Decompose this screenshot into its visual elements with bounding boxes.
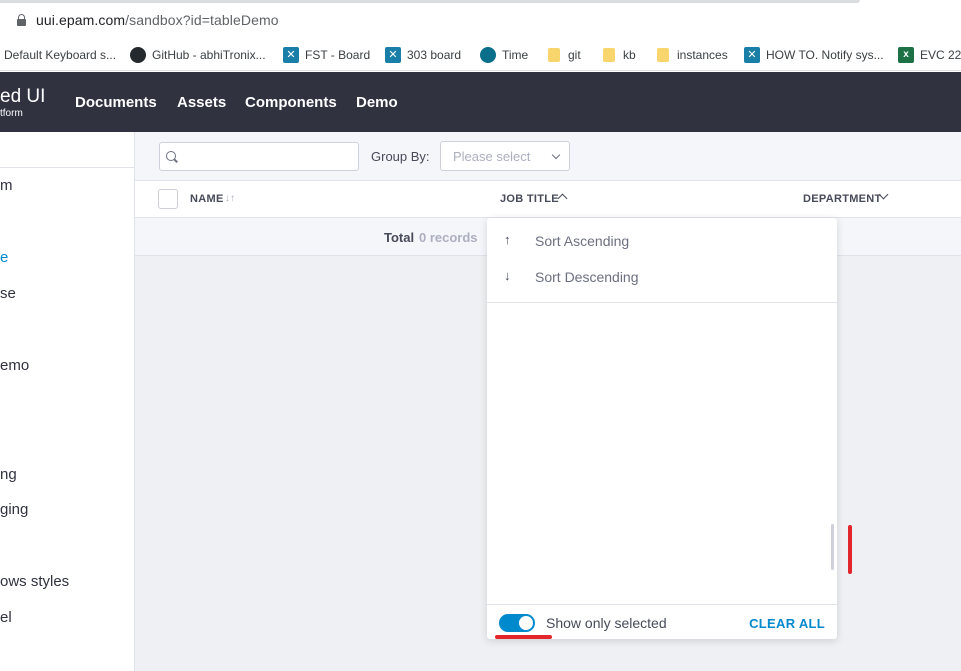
sidebar-item[interactable]: ows styles — [0, 573, 69, 590]
select-all-checkbox[interactable] — [158, 189, 178, 209]
bookmark-github[interactable]: GitHub - abhiTronix... — [130, 45, 266, 65]
column-header-job-title[interactable]: JOB TITLE — [500, 193, 559, 205]
logo-subtitle: tform — [0, 108, 23, 119]
jira-icon: ✕ — [385, 47, 401, 63]
toggle-knob — [519, 616, 533, 630]
bookmark-git[interactable]: git — [546, 45, 581, 65]
nav-components[interactable]: Components — [245, 94, 337, 111]
bookmark-instances[interactable]: instances — [655, 45, 728, 65]
total-label: Total — [384, 230, 415, 245]
sidebar-item[interactable]: m — [0, 177, 13, 194]
bookmark-default-keyboard[interactable]: Default Keyboard s... — [4, 45, 116, 65]
search-icon — [166, 151, 176, 161]
page: uui.epam.com/sandbox?id=tableDemo Defaul… — [0, 0, 961, 671]
group-by-picker[interactable]: Please select — [440, 141, 570, 171]
annotation-mark-underline — [495, 635, 552, 639]
bookmark-303-board[interactable]: ✕ 303 board — [385, 45, 461, 65]
nav-demo[interactable]: Demo — [356, 94, 398, 111]
column-dropdown: ↑ Sort Ascending ↓ Sort Descending Show … — [487, 218, 837, 639]
search-input[interactable] — [159, 142, 359, 171]
show-only-selected-label[interactable]: Show only selected — [546, 615, 667, 631]
column-header-department[interactable]: DEPARTMENT — [803, 193, 882, 205]
github-icon — [130, 47, 146, 63]
show-only-selected-toggle[interactable] — [499, 614, 535, 632]
table-header: NAME ↓↑ JOB TITLE DEPARTMENT — [135, 181, 961, 218]
sort-descending-option[interactable]: ↓ Sort Descending — [487, 260, 837, 296]
clock-icon — [480, 47, 496, 63]
bookmark-time[interactable]: Time — [480, 45, 528, 65]
bookmarks-bar: Default Keyboard s... GitHub - abhiTroni… — [0, 40, 961, 71]
folder-icon — [657, 48, 669, 62]
sidebar: m e se emo ng ging ows styles el — [0, 132, 135, 671]
sidebar-divider — [0, 167, 134, 168]
table-toolbar: Group By: Please select — [135, 132, 961, 181]
url-text[interactable]: uui.epam.com/sandbox?id=tableDemo — [36, 12, 279, 28]
jira-icon: ✕ — [744, 47, 760, 63]
bookmark-evc[interactable]: xEVC 225 — [898, 45, 961, 65]
logo-title[interactable]: ed UI — [0, 86, 45, 108]
jira-icon: ✕ — [283, 47, 299, 63]
dropdown-footer: Show only selected CLEAR ALL — [487, 604, 837, 639]
sort-icon[interactable]: ↓↑ — [225, 193, 235, 204]
clear-all-button[interactable]: CLEAR ALL — [749, 616, 825, 631]
bookmark-kb[interactable]: kb — [601, 45, 636, 65]
sort-ascending-label: Sort Ascending — [535, 233, 630, 249]
sort-ascending-option[interactable]: ↑ Sort Ascending — [487, 224, 837, 260]
arrow-up-icon: ↑ — [504, 232, 511, 247]
arrow-down-icon: ↓ — [504, 268, 511, 283]
lock-icon[interactable] — [17, 14, 26, 26]
dropdown-scrollbar[interactable] — [831, 524, 834, 570]
browser-address-bar[interactable]: uui.epam.com/sandbox?id=tableDemo — [0, 0, 961, 40]
sidebar-item[interactable]: ng — [0, 466, 17, 483]
group-by-label: Group By: — [371, 149, 430, 164]
chevron-up-icon[interactable] — [557, 193, 568, 204]
folder-icon — [548, 48, 560, 62]
dropdown-divider — [487, 302, 837, 303]
bookmark-how-to-notify[interactable]: ✕ HOW TO. Notify sys... — [744, 45, 884, 65]
group-by-placeholder: Please select — [453, 149, 531, 164]
sidebar-item[interactable]: ging — [0, 501, 28, 518]
nav-assets[interactable]: Assets — [177, 94, 226, 111]
total-count: 0 records — [419, 230, 478, 245]
folder-icon — [603, 48, 615, 62]
chevron-down-icon — [551, 150, 561, 160]
sidebar-item[interactable]: el — [0, 609, 12, 626]
sidebar-item[interactable]: se — [0, 285, 16, 302]
tab-strip — [0, 0, 860, 3]
excel-icon: x — [898, 47, 914, 63]
sort-descending-label: Sort Descending — [535, 269, 639, 285]
sidebar-item[interactable]: emo — [0, 357, 29, 374]
sidebar-item-active[interactable]: e — [0, 249, 8, 266]
nav-documents[interactable]: Documents — [75, 94, 157, 111]
bookmark-fst-board[interactable]: ✕ FST - Board — [283, 45, 370, 65]
annotation-mark-vertical — [848, 525, 852, 574]
column-header-name[interactable]: NAME — [190, 193, 224, 205]
